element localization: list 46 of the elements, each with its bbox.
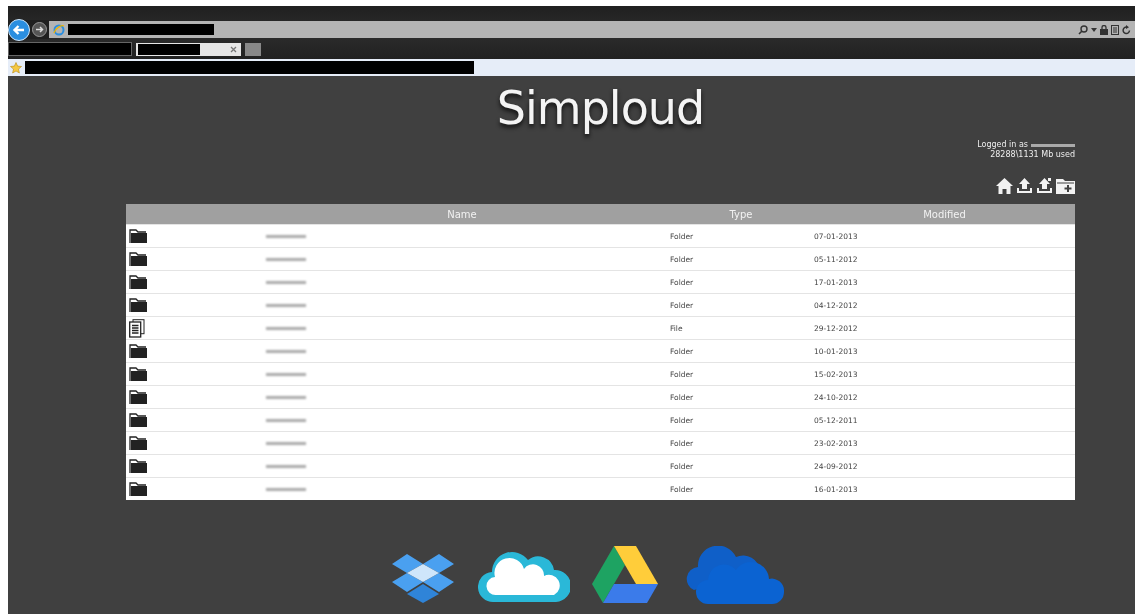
blurred-name bbox=[266, 418, 306, 422]
forward-icon[interactable] bbox=[32, 22, 47, 37]
document-icon bbox=[129, 318, 145, 338]
upload-icon[interactable] bbox=[1036, 178, 1053, 194]
upload-icon[interactable] bbox=[1016, 178, 1033, 194]
blurred-name bbox=[266, 234, 306, 238]
compatibility-icon[interactable] bbox=[1111, 24, 1119, 35]
folder-icon bbox=[129, 481, 148, 497]
folder-icon bbox=[129, 297, 148, 313]
dropdown-caret-icon[interactable] bbox=[1091, 27, 1097, 32]
app-logo: Simploud bbox=[495, 80, 706, 136]
blurred-name bbox=[266, 303, 306, 307]
browser-logo-icon bbox=[53, 23, 65, 36]
blurred-name bbox=[266, 464, 306, 468]
folder-icon bbox=[129, 251, 148, 267]
lock-icon[interactable] bbox=[1100, 24, 1108, 35]
back-icon[interactable] bbox=[8, 18, 30, 41]
folder-icon bbox=[129, 458, 148, 474]
blurred-name bbox=[266, 487, 306, 491]
close-icon[interactable] bbox=[230, 45, 237, 53]
folder-icon bbox=[129, 389, 148, 405]
blurred-name bbox=[266, 395, 306, 399]
favorites-star-icon[interactable] bbox=[10, 61, 22, 74]
redaction-bar bbox=[138, 43, 200, 55]
search-icon[interactable] bbox=[1078, 24, 1088, 35]
blurred-name bbox=[266, 280, 306, 284]
folder-icon bbox=[129, 435, 148, 451]
new-folder-icon[interactable] bbox=[1056, 178, 1075, 194]
blurred-name bbox=[266, 257, 306, 261]
folder-icon bbox=[129, 366, 148, 382]
folder-icon bbox=[129, 412, 148, 428]
new-tab-button[interactable] bbox=[245, 42, 261, 56]
folder-icon bbox=[129, 343, 148, 359]
folder-icon bbox=[129, 274, 148, 290]
refresh-icon[interactable] bbox=[1122, 24, 1131, 35]
triangle-logo-icon[interactable] bbox=[591, 546, 658, 604]
blurred-username bbox=[1031, 143, 1075, 147]
blurred-name bbox=[266, 372, 306, 376]
home-icon[interactable] bbox=[996, 178, 1013, 194]
browser-tab[interactable] bbox=[136, 42, 241, 56]
logged-in-label: Logged in as bbox=[977, 140, 1028, 150]
storage-usage: 28288\1131 Mb used bbox=[990, 150, 1075, 160]
folder-icon bbox=[129, 228, 148, 244]
blurred-name bbox=[266, 441, 306, 445]
blurred-name bbox=[266, 326, 306, 330]
blurred-name bbox=[266, 349, 306, 353]
